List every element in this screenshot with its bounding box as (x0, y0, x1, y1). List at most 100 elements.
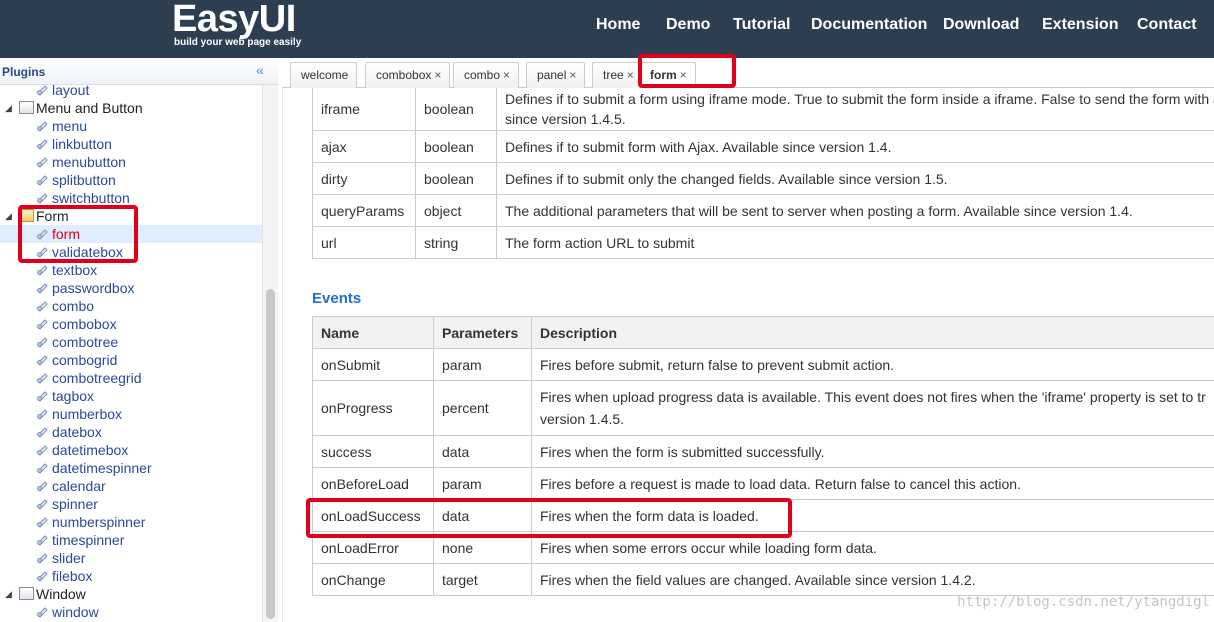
tree-item-form[interactable]: ◢ Form (0, 207, 262, 225)
event-description: Fires when the form is submitted success… (531, 435, 1214, 468)
tree-item-layout[interactable]: layout (0, 85, 262, 99)
tree-item-menu[interactable]: menu (0, 117, 262, 135)
property-desc-line: Defines if to submit only the changed fi… (505, 170, 948, 187)
sidebar-scrollbar[interactable] (262, 85, 278, 622)
scrollbar-thumb[interactable] (266, 289, 275, 619)
tree-item-combogrid[interactable]: combogrid (0, 351, 262, 369)
property-description: Defines if to submit form with Ajax. Ava… (496, 130, 1214, 163)
tree-item-label: combogrid (52, 352, 118, 368)
close-icon[interactable]: × (569, 68, 576, 82)
property-desc-line: The additional parameters that will be s… (505, 202, 1133, 219)
file-gear-icon (37, 175, 48, 186)
property-description: Defines if to submit only the changed fi… (496, 162, 1214, 195)
tree-item-calendar[interactable]: calendar (0, 477, 262, 495)
tree-item-label: switchbutton (52, 190, 130, 206)
tree-item-menubutton[interactable]: menubutton (0, 153, 262, 171)
tree-item-validatebox[interactable]: validatebox (0, 243, 262, 261)
tab-combobox[interactable]: combobox × (365, 62, 451, 88)
property-row: iframe boolean Defines if to submit a form… (312, 88, 1214, 131)
property-description: The additional parameters that will be s… (496, 194, 1214, 227)
property-row: dirty boolean Defines if to submit only th… (312, 162, 1214, 195)
event-desc-line: Fires before a request is made to load d… (540, 475, 1021, 492)
close-icon[interactable]: × (680, 68, 687, 82)
event-row: onProgress percent Fires when upload progr… (312, 380, 1214, 436)
tree-item-datebox[interactable]: datebox (0, 423, 262, 441)
tree-item-label: combobox (52, 316, 117, 332)
expand-arrow-icon[interactable]: ◢ (5, 99, 12, 117)
tab-label: welcome (301, 68, 349, 82)
tree-item-window[interactable]: ◢ Window (0, 585, 262, 603)
tab-label: tree (603, 68, 624, 82)
expand-arrow-icon[interactable]: ◢ (5, 585, 12, 603)
tree-item-combobox[interactable]: combobox (0, 315, 262, 333)
tree-item-label: Form (36, 208, 69, 224)
tree-item-numberbox[interactable]: numberbox (0, 405, 262, 423)
event-description: Fires when the field values are changed.… (531, 563, 1214, 596)
file-gear-icon (37, 517, 48, 528)
event-row: onChange target Fires when the field value… (312, 563, 1214, 596)
nav-tutorial[interactable]: Tutorial (733, 16, 790, 34)
file-gear-icon (37, 409, 48, 420)
file-gear-icon (37, 157, 48, 168)
tree-item-combo[interactable]: combo (0, 297, 262, 315)
tab-welcome[interactable]: welcome (290, 62, 358, 88)
event-row: success data Fires when the form is submit… (312, 435, 1214, 468)
tabs-bar: welcome combobox × combo × panel × tree × form × (282, 58, 1214, 89)
event-name: onProgress (312, 380, 434, 436)
tree-item-tagbox[interactable]: tagbox (0, 387, 262, 405)
nav-documentation[interactable]: Documentation (811, 16, 927, 34)
tree-item-passwordbox[interactable]: passwordbox (0, 279, 262, 297)
tree-item-slider[interactable]: slider (0, 549, 262, 567)
event-description: Fires when some errors occur while loadi… (531, 531, 1214, 564)
tree-item-label: splitbutton (52, 172, 116, 188)
tab-label: combo (464, 68, 501, 82)
nav-download[interactable]: Download (943, 16, 1019, 34)
close-icon[interactable]: × (503, 68, 510, 82)
events-table: Name Parameters Description onSubmit para… (312, 316, 1214, 596)
nav-extension[interactable]: Extension (1042, 16, 1118, 34)
close-icon[interactable]: × (627, 68, 634, 82)
nav-contact[interactable]: Contact (1137, 16, 1197, 34)
tree-item-datetimespinner[interactable]: datetimespinner (0, 459, 262, 477)
nav-demo[interactable]: Demo (666, 16, 710, 34)
event-param: param (433, 467, 532, 500)
tree-item-timespinner[interactable]: timespinner (0, 531, 262, 549)
tree-item-label: numberspinner (52, 514, 146, 530)
tree-item-combotree[interactable]: combotree (0, 333, 262, 351)
tab-panel[interactable]: panel × (526, 62, 586, 88)
tree-item-form[interactable]: form (0, 225, 262, 243)
event-description: Fires when the form data is loaded. (531, 499, 1214, 532)
tab-form[interactable]: form × (639, 62, 696, 89)
tree-item-label: timespinner (52, 532, 125, 548)
tree-item-label: menubutton (52, 154, 126, 170)
tree-item-textbox[interactable]: textbox (0, 261, 262, 279)
file-gear-icon (37, 283, 48, 294)
logo[interactable]: EasyUI build your web page easily (172, 0, 322, 58)
tree-item-switchbutton[interactable]: switchbutton (0, 189, 262, 207)
event-name: onSubmit (312, 348, 434, 381)
file-gear-icon (37, 139, 48, 150)
file-gear-icon (37, 373, 48, 384)
nav-home[interactable]: Home (596, 16, 640, 34)
tree-item-combotreegrid[interactable]: combotreegrid (0, 369, 262, 387)
tree-item-menu-and-button[interactable]: ◢ Menu and Button (0, 99, 262, 117)
tree-item-numberspinner[interactable]: numberspinner (0, 513, 262, 531)
collapse-icon[interactable]: « (256, 62, 264, 78)
property-description: The form action URL to submit (496, 226, 1214, 259)
file-gear-icon (37, 193, 48, 204)
tab-tree[interactable]: tree × (592, 62, 643, 88)
expand-arrow-icon[interactable]: ◢ (5, 207, 12, 225)
tab-combo[interactable]: combo × (453, 62, 520, 88)
tab-label: combobox (376, 68, 432, 82)
col-header-description: Description (531, 316, 1214, 349)
tree-item-window[interactable]: window (0, 603, 262, 621)
file-gear-icon (37, 463, 48, 474)
folder-icon (19, 101, 34, 114)
tree-item-filebox[interactable]: filebox (0, 567, 262, 585)
tree-item-linkbutton[interactable]: linkbutton (0, 135, 262, 153)
tree-item-spinner[interactable]: spinner (0, 495, 262, 513)
close-icon[interactable]: × (434, 68, 441, 82)
tree-item-label: combotree (52, 334, 119, 350)
tree-item-splitbutton[interactable]: splitbutton (0, 171, 262, 189)
tree-item-datetimebox[interactable]: datetimebox (0, 441, 262, 459)
